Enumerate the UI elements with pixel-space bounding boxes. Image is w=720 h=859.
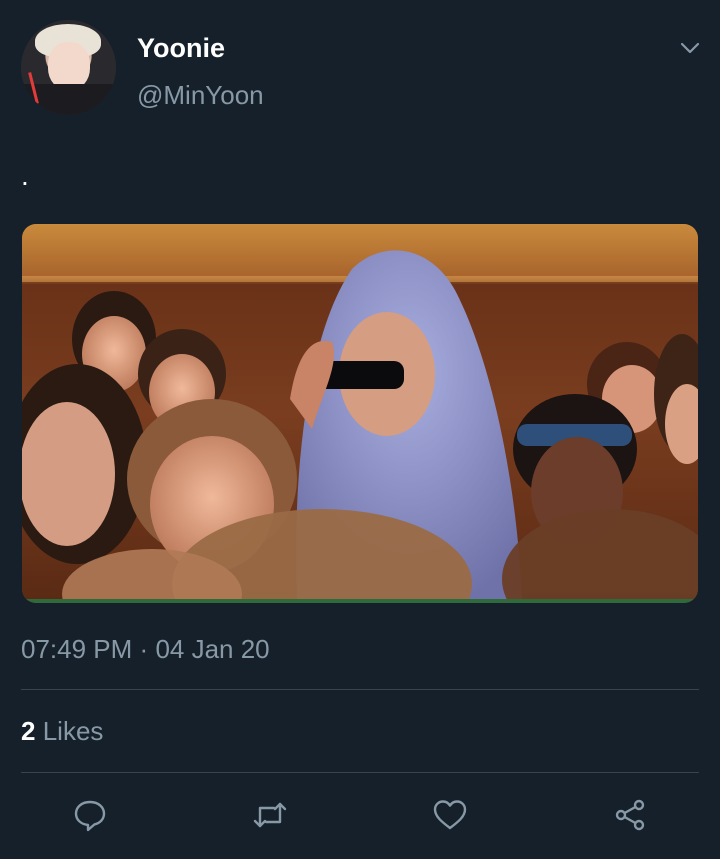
likes-label: Likes xyxy=(42,716,104,746)
timestamp-separator: · xyxy=(139,634,149,664)
tweet-date: 04 Jan 20 xyxy=(155,634,270,664)
share-icon xyxy=(615,799,645,831)
likes-stat[interactable]: 2 Likes xyxy=(21,716,103,747)
divider xyxy=(21,772,699,773)
like-button[interactable] xyxy=(428,793,472,837)
display-name[interactable]: Yoonie xyxy=(137,33,225,64)
media-image xyxy=(22,224,698,603)
reply-icon xyxy=(74,800,106,832)
tweet-text: . xyxy=(21,160,29,191)
share-button[interactable] xyxy=(608,793,652,837)
tweet-time: 07:49 PM xyxy=(21,634,133,664)
chevron-down-icon[interactable] xyxy=(678,36,702,60)
avatar-face xyxy=(48,42,90,90)
user-handle[interactable]: @MinYoon xyxy=(137,80,264,111)
tweet-media[interactable] xyxy=(22,224,698,603)
reply-button[interactable] xyxy=(68,793,112,837)
heart-icon xyxy=(433,800,467,830)
divider xyxy=(21,689,699,690)
tweet-card: Yoonie @MinYoon . 07:49 PM · 04 Jan 20 2… xyxy=(0,0,720,859)
likes-count: 2 xyxy=(21,716,36,746)
retweet-icon xyxy=(253,802,287,828)
avatar[interactable] xyxy=(21,20,116,115)
tweet-timestamp[interactable]: 07:49 PM · 04 Jan 20 xyxy=(21,634,270,665)
retweet-button[interactable] xyxy=(248,793,292,837)
